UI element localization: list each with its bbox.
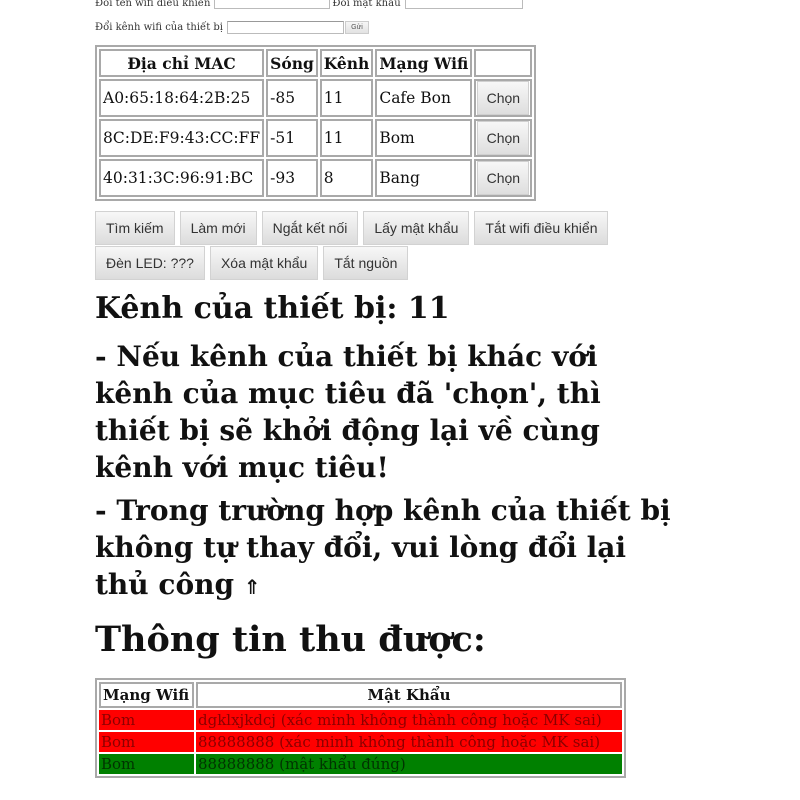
disable-control-wifi-button[interactable]: Tắt wifi điều khiển [474, 211, 609, 245]
table-row: A0:65:18:64:2B:25 -85 11 Cafe Bon Chọn [99, 79, 533, 117]
scan-table: Địa chỉ MAC Sóng Kênh Mạng Wifi A0:65:18… [95, 45, 537, 201]
channel-cell: 11 [319, 79, 374, 117]
led-toggle-button[interactable]: Đèn LED: ??? [95, 246, 205, 280]
ssid-cell: Bang [375, 159, 473, 197]
table-row: 8C:DE:F9:43:CC:FF -51 11 Bom Chọn [99, 119, 533, 157]
channel-form: Đổi kênh wifi của thiết bị Gửi [95, 19, 775, 35]
signal-cell: -51 [266, 119, 318, 157]
refresh-button[interactable]: Làm mới [179, 211, 257, 245]
channel-label: Đổi kênh wifi của thiết bị [95, 21, 223, 33]
ssid-label: Đổi tên wifi điều khiển [95, 0, 211, 9]
ssid-cell: Bom [99, 732, 194, 752]
choose-button[interactable]: Chọn [477, 161, 530, 195]
disconnect-button[interactable]: Ngắt kết nối [261, 211, 359, 245]
mac-cell: A0:65:18:64:2B:25 [99, 79, 265, 117]
password-cell: dgklxjkdcj (xác minh không thành công ho… [196, 710, 622, 730]
mac-cell: 8C:DE:F9:43:CC:FF [99, 119, 265, 157]
header-ssid: Mạng Wifi [375, 49, 473, 77]
control-buttons: Tìm kiếm Làm mới Ngắt kết nối Lấy mật kh… [95, 211, 615, 280]
ssid-cell: Bom [375, 119, 473, 157]
action-cell: Chọn [474, 159, 533, 197]
password-label: Đổi mật khẩu [332, 0, 401, 9]
table-row: 40:31:3C:96:91:BC -93 8 Bang Chọn [99, 159, 533, 197]
choose-button[interactable]: Chọn [477, 81, 530, 115]
scan-table-header: Địa chỉ MAC Sóng Kênh Mạng Wifi [99, 49, 533, 77]
ssid-input[interactable] [214, 0, 331, 9]
captured-info-heading: Thông tin thu được: [95, 619, 486, 660]
manual-channel-note-text: - Trong trường hợp kênh của thiết bị khô… [95, 494, 671, 601]
password-cell: 88888888 (xác minh không thành công hoặc… [196, 732, 622, 752]
ssid-password-form: Đổi tên wifi điều khiển Đổi mật khẩu [95, 0, 775, 10]
action-cell: Chọn [474, 119, 533, 157]
captured-table: Mạng Wifi Mật Khẩu Bom dgklxjkdcj (xác m… [95, 678, 626, 778]
channel-cell: 11 [319, 119, 374, 157]
header-signal: Sóng [266, 49, 318, 77]
device-channel-heading: Kênh của thiết bị: 11 [95, 291, 450, 326]
table-row: Bom dgklxjkdcj (xác minh không thành côn… [99, 710, 622, 730]
search-button[interactable]: Tìm kiếm [95, 211, 175, 245]
header-password: Mật Khẩu [196, 682, 622, 708]
page: Đổi tên wifi điều khiển Đổi mật khẩu Đổi… [95, 0, 775, 778]
channel-note: - Nếu kênh của thiết bị khác với kênh củ… [95, 340, 601, 484]
password-cell: 88888888 (mật khẩu đúng) [196, 754, 622, 774]
signal-cell: -93 [266, 159, 318, 197]
table-row: Bom 88888888 (mật khẩu đúng) [99, 754, 622, 774]
channel-input[interactable] [227, 20, 344, 34]
clear-password-button[interactable]: Xóa mật khẩu [209, 246, 319, 280]
header-mac: Địa chỉ MAC [99, 49, 265, 77]
action-cell: Chọn [474, 79, 533, 117]
captured-table-header: Mạng Wifi Mật Khẩu [99, 682, 622, 708]
signal-cell: -85 [266, 79, 318, 117]
password-input[interactable] [404, 0, 523, 9]
header-action [474, 49, 533, 77]
manual-channel-note: - Trong trường hợp kênh của thiết bị khô… [95, 492, 685, 606]
channel-cell: 8 [319, 159, 374, 197]
ssid-cell: Cafe Bon [375, 79, 473, 117]
ssid-cell: Bom [99, 710, 194, 730]
get-password-button[interactable]: Lấy mật khẩu [363, 211, 470, 245]
ssid-cell: Bom [99, 754, 194, 774]
arrow-up-icon: ⇑ [243, 575, 261, 599]
table-row: Bom 88888888 (xác minh không thành công … [99, 732, 622, 752]
header-wifi: Mạng Wifi [99, 682, 194, 708]
mac-cell: 40:31:3C:96:91:BC [99, 159, 265, 197]
send-button[interactable]: Gửi [345, 20, 369, 34]
power-off-button[interactable]: Tắt nguồn [323, 246, 409, 280]
choose-button[interactable]: Chọn [477, 121, 530, 155]
header-channel: Kênh [319, 49, 374, 77]
